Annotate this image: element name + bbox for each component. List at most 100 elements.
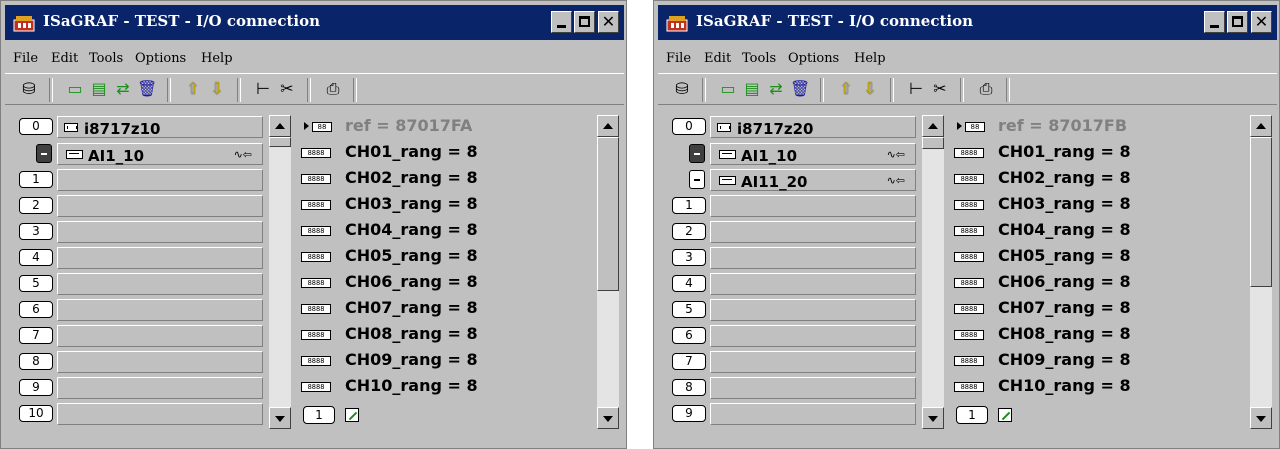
slot-number[interactable]: 6 (672, 327, 706, 344)
connect-icon[interactable]: ▭ (65, 79, 85, 99)
minimize-button[interactable] (1204, 11, 1225, 33)
menu-help[interactable]: Help (854, 51, 886, 66)
slot-entry[interactable] (57, 195, 263, 217)
slot-empty[interactable]: 2 (670, 220, 916, 244)
scroll-up-button[interactable] (922, 115, 944, 137)
info-icon[interactable]: ⇄ (766, 79, 786, 99)
slot-number[interactable]: 8 (19, 353, 53, 370)
slot-device[interactable]: AI1_10 ∿⇦ (17, 142, 263, 166)
slot-number[interactable]: 7 (19, 327, 53, 344)
slot-entry[interactable] (57, 299, 263, 321)
slot-empty[interactable]: 1 (17, 168, 263, 192)
slot-board[interactable]: 0 i8717z20 (670, 115, 916, 139)
slot-number[interactable]: 4 (672, 275, 706, 292)
scroll-down-button[interactable] (922, 407, 944, 429)
slot-scrollbar[interactable] (922, 115, 944, 429)
slot-number[interactable]: 3 (19, 223, 53, 240)
slot-empty[interactable]: 8 (670, 376, 916, 400)
scroll-up-button[interactable] (1250, 115, 1272, 137)
slot-entry[interactable] (710, 351, 916, 373)
scroll-up-button[interactable] (269, 115, 291, 137)
slot-empty[interactable]: 4 (17, 246, 263, 270)
scroll-thumb[interactable] (597, 137, 619, 291)
slot-entry[interactable]: AI11_20 ∿⇦ (710, 169, 916, 191)
close-button[interactable]: ✕ (598, 11, 619, 33)
slot-number[interactable]: 1 (672, 197, 706, 214)
info-icon[interactable]: ⇄ (113, 79, 133, 99)
slot-number[interactable]: 9 (19, 379, 53, 396)
slot-empty[interactable]: 7 (17, 324, 263, 348)
slot-entry[interactable] (57, 377, 263, 399)
slot-empty[interactable]: 5 (17, 272, 263, 296)
page-number[interactable]: 1 (956, 406, 988, 424)
slot-number[interactable]: 2 (19, 197, 53, 214)
slot-empty[interactable]: 2 (17, 194, 263, 218)
slot-scrollbar[interactable] (269, 115, 291, 429)
open-board-icon[interactable]: ⛁ (672, 79, 692, 99)
slot-entry[interactable] (710, 403, 916, 425)
slot-device[interactable]: AI11_20 ∿⇦ (670, 168, 916, 192)
slot-device[interactable]: AI1_10 ∿⇦ (670, 142, 916, 166)
menu-edit[interactable]: Edit (704, 51, 731, 66)
menu-file[interactable]: File (13, 51, 38, 66)
scroll-thumb[interactable] (922, 137, 944, 149)
tree-icon[interactable]: ⊢ (253, 79, 273, 99)
slot-number[interactable]: 7 (672, 353, 706, 370)
slot-empty[interactable]: 5 (670, 298, 916, 322)
slot-board[interactable]: 0 i8717z10 (17, 115, 263, 139)
slot-empty[interactable]: 6 (17, 298, 263, 322)
slot-entry[interactable] (57, 351, 263, 373)
move-up-icon[interactable]: ⇧ (183, 79, 203, 99)
close-button[interactable]: ✕ (1251, 11, 1272, 33)
delete-icon[interactable]: 🗑 (790, 79, 810, 99)
scroll-down-button[interactable] (1250, 407, 1272, 429)
maximize-button[interactable] (1227, 11, 1248, 33)
slot-entry[interactable] (57, 169, 263, 191)
slot-entry[interactable] (710, 247, 916, 269)
menu-options[interactable]: Options (788, 51, 839, 66)
move-down-icon[interactable]: ⇩ (207, 79, 227, 99)
move-down-icon[interactable]: ⇩ (860, 79, 880, 99)
scroll-thumb[interactable] (269, 137, 291, 147)
slot-entry[interactable] (57, 221, 263, 243)
slot-entry[interactable] (710, 221, 916, 243)
slot-empty[interactable]: 8 (17, 350, 263, 374)
slot-entry[interactable]: AI1_10 ∿⇦ (710, 143, 916, 165)
slot-empty[interactable]: 9 (670, 402, 916, 426)
slot-entry[interactable] (710, 273, 916, 295)
minimize-button[interactable] (551, 11, 572, 33)
slot-number[interactable]: 2 (672, 223, 706, 240)
cut-icon[interactable]: ✂ (277, 79, 297, 99)
slot-number[interactable]: 5 (19, 275, 53, 292)
slot-number[interactable]: 10 (19, 405, 53, 422)
menu-options[interactable]: Options (135, 51, 186, 66)
device-select-box[interactable] (36, 144, 52, 163)
menu-tools[interactable]: Tools (742, 51, 776, 66)
connect-icon[interactable]: ▭ (718, 79, 738, 99)
menu-edit[interactable]: Edit (51, 51, 78, 66)
slot-empty[interactable]: 10 (17, 402, 263, 426)
slot-number[interactable]: 1 (19, 171, 53, 188)
slot-number[interactable]: 5 (672, 301, 706, 318)
slot-empty[interactable]: 3 (17, 220, 263, 244)
edit-icon[interactable] (998, 408, 1012, 422)
slot-empty[interactable]: 6 (670, 324, 916, 348)
slot-number[interactable]: 9 (672, 405, 706, 422)
slot-empty[interactable]: 3 (670, 246, 916, 270)
device-select-box[interactable] (689, 170, 705, 189)
slot-entry[interactable] (710, 377, 916, 399)
scroll-down-button[interactable] (597, 407, 619, 429)
title-bar[interactable]: ISaGRAF - TEST - I/O connection ✕ (658, 5, 1277, 40)
slot-entry[interactable] (710, 299, 916, 321)
cut-icon[interactable]: ✂ (930, 79, 950, 99)
slot-number[interactable]: 0 (672, 118, 706, 135)
title-bar[interactable]: ISaGRAF - TEST - I/O connection ✕ (5, 5, 624, 40)
move-up-icon[interactable]: ⇧ (836, 79, 856, 99)
slot-number[interactable]: 4 (19, 249, 53, 266)
slot-empty[interactable]: 1 (670, 194, 916, 218)
slot-entry[interactable]: i8717z20 (710, 116, 916, 138)
slot-empty[interactable]: 4 (670, 272, 916, 296)
delete-icon[interactable]: 🗑 (137, 79, 157, 99)
print-icon[interactable]: ⎙ (323, 79, 343, 99)
slot-entry[interactable] (57, 403, 263, 425)
